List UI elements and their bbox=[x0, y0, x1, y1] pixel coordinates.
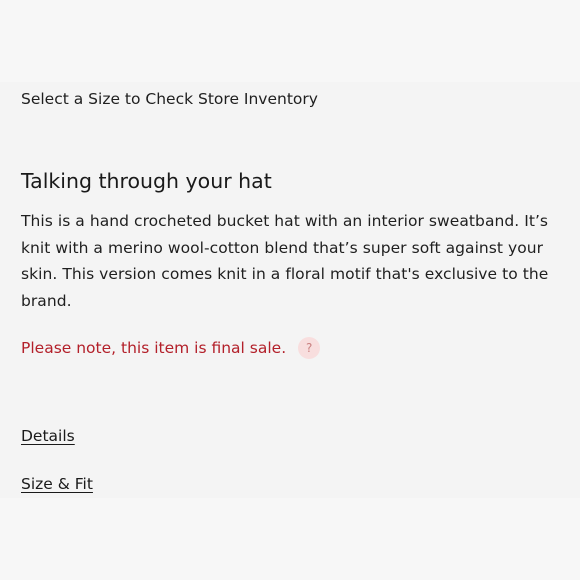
final-sale-notice: Please note, this item is final sale. ? bbox=[21, 337, 321, 359]
help-icon[interactable]: ? bbox=[298, 337, 321, 359]
size-fit-link[interactable]: Size & Fit bbox=[21, 473, 93, 495]
top-band bbox=[0, 0, 580, 82]
section-title: Talking through your hat bbox=[21, 169, 272, 193]
details-link[interactable]: Details bbox=[21, 425, 75, 447]
final-sale-text: Please note, this item is final sale. bbox=[21, 339, 287, 357]
check-store-inventory-link[interactable]: Select a Size to Check Store Inventory bbox=[21, 88, 318, 110]
product-description: This is a hand crocheted bucket hat with… bbox=[21, 212, 549, 310]
bottom-band bbox=[0, 498, 580, 580]
